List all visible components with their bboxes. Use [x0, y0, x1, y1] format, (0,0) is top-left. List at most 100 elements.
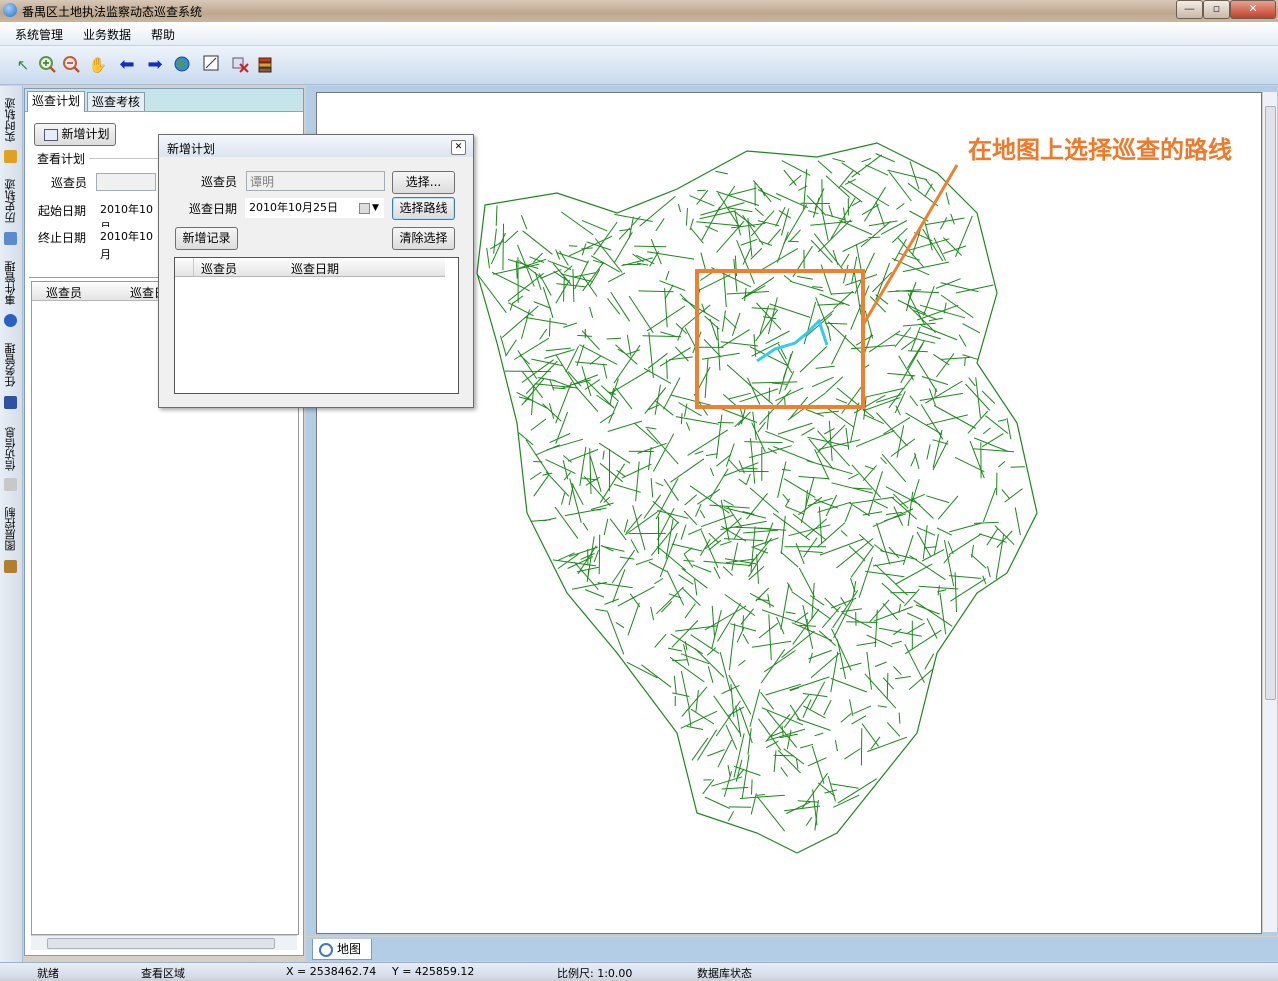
add-record-button[interactable]: 新增记录	[175, 227, 238, 250]
full-extent-icon[interactable]	[201, 55, 221, 75]
road-segment	[700, 510, 705, 518]
view-plan-group-title: 查看计划	[37, 150, 85, 167]
road-segment	[685, 604, 695, 619]
road-segment	[745, 288, 747, 301]
road-segment	[727, 365, 751, 387]
menu-help[interactable]: 帮助	[151, 26, 175, 43]
road-segment	[604, 519, 608, 535]
dialog-date-picker[interactable]: 2010年10月25日 ▼	[245, 198, 384, 218]
road-segment	[812, 377, 833, 387]
road-segment	[835, 740, 837, 751]
road-segment	[634, 423, 658, 444]
menu-system[interactable]: 系统管理	[15, 26, 63, 43]
road-segment	[848, 181, 889, 206]
road-segment	[758, 190, 781, 201]
menu-bar: 系统管理 业务数据 帮助	[0, 22, 1278, 46]
road-segment	[909, 239, 950, 250]
dialog-inspector-field[interactable]: 谭明	[246, 171, 385, 191]
road-segment	[882, 454, 906, 482]
back-arrow-icon[interactable]: ⬅	[117, 55, 137, 75]
road-segment	[558, 553, 575, 561]
status-y-coordinate: Y = 425859.12	[392, 965, 474, 978]
side-tab-event-management[interactable]: 事件管理	[3, 254, 19, 312]
road-segment	[747, 474, 751, 484]
zoom-in-icon[interactable]	[37, 55, 57, 75]
pan-hand-icon[interactable]: ✋	[88, 55, 108, 75]
forward-arrow-icon[interactable]: ➡	[145, 55, 165, 75]
dialog-close-icon[interactable]: ✕	[451, 140, 466, 155]
road-segment	[599, 535, 600, 575]
road-segment	[949, 534, 982, 555]
road-segment	[723, 567, 732, 576]
road-segment	[686, 422, 689, 430]
road-segment	[903, 262, 949, 272]
chevron-down-icon[interactable]: ▼	[372, 199, 379, 217]
road-segment	[845, 179, 856, 184]
road-segment	[608, 273, 625, 282]
select-inspector-button[interactable]: 选择...	[392, 171, 455, 194]
road-segment	[690, 219, 694, 230]
road-segment	[526, 361, 557, 394]
map-vscroll[interactable]	[1262, 92, 1277, 932]
road-segment	[929, 389, 935, 406]
inspector-field[interactable]	[96, 173, 156, 191]
road-segment	[946, 192, 949, 204]
close-button[interactable]: ✕	[1230, 0, 1276, 19]
clear-selection-button[interactable]: 清除选择	[392, 227, 455, 250]
road-segment	[608, 298, 620, 314]
road-segment	[695, 451, 704, 454]
road-segment	[575, 362, 607, 365]
road-segment	[818, 161, 832, 174]
select-route-button[interactable]: 选择路线	[392, 197, 455, 220]
dialog-col-inspector[interactable]: 巡查员	[201, 260, 237, 277]
side-tab-realtime-track[interactable]: 实时轨迹	[3, 94, 19, 146]
road-segment	[582, 331, 599, 350]
zoom-out-icon[interactable]	[61, 55, 81, 75]
clear-select-icon[interactable]	[230, 55, 250, 75]
plan-grid-hscroll[interactable]	[31, 935, 297, 950]
side-tab-layer-control[interactable]: 图层控制	[3, 500, 19, 558]
road-segment	[531, 419, 546, 430]
annotation-pointer	[863, 165, 957, 325]
hscroll-thumb[interactable]	[47, 938, 275, 949]
road-segment	[832, 483, 874, 493]
road-segment	[968, 411, 988, 433]
road-segment	[634, 246, 666, 247]
road-segment	[904, 589, 919, 606]
road-segment	[739, 660, 746, 665]
globe-icon[interactable]	[172, 55, 192, 75]
road-segment	[574, 273, 596, 277]
status-x-coordinate: X = 2538462.74	[286, 965, 376, 978]
petition-icon	[4, 478, 17, 491]
road-segment	[920, 393, 963, 400]
road-segment	[650, 251, 659, 266]
menu-business-data[interactable]: 业务数据	[83, 26, 131, 43]
start-date-field[interactable]: 2010年10月	[96, 200, 158, 218]
road-segment	[665, 288, 668, 327]
side-tab-history-track[interactable]: 历史轨迹	[3, 172, 19, 230]
road-segment	[774, 751, 776, 773]
road-segment	[797, 276, 813, 279]
side-tab-task-management[interactable]: 任务管理	[3, 336, 19, 394]
vscroll-thumb[interactable]	[1265, 106, 1276, 700]
tab-inspection-assessment[interactable]: 巡查考核	[87, 92, 145, 111]
tab-inspection-plan[interactable]: 巡查计划	[27, 91, 85, 112]
road-segment	[728, 811, 733, 821]
selection-rectangle[interactable]	[697, 271, 863, 407]
tab-map[interactable]: 地图	[312, 939, 372, 960]
road-segment	[772, 383, 787, 384]
road-segment	[544, 518, 557, 521]
layers-icon[interactable]	[255, 55, 275, 75]
side-tab-petition-info[interactable]: 信访信息	[3, 420, 19, 478]
road-segment	[918, 332, 941, 339]
dialog-col-date[interactable]: 巡查日期	[291, 260, 339, 277]
minimize-button[interactable]: —	[1176, 0, 1203, 19]
map-tab-icon	[319, 943, 333, 957]
road-segment	[965, 358, 966, 367]
road-segment	[756, 588, 769, 601]
maximize-button[interactable]: ▫	[1203, 0, 1230, 19]
select-arrow-icon[interactable]: ↖	[13, 55, 33, 75]
col-inspector[interactable]: 巡查员	[46, 284, 82, 301]
new-plan-button[interactable]: 新增计划	[34, 123, 116, 146]
end-date-field[interactable]: 2010年10月	[96, 227, 158, 245]
